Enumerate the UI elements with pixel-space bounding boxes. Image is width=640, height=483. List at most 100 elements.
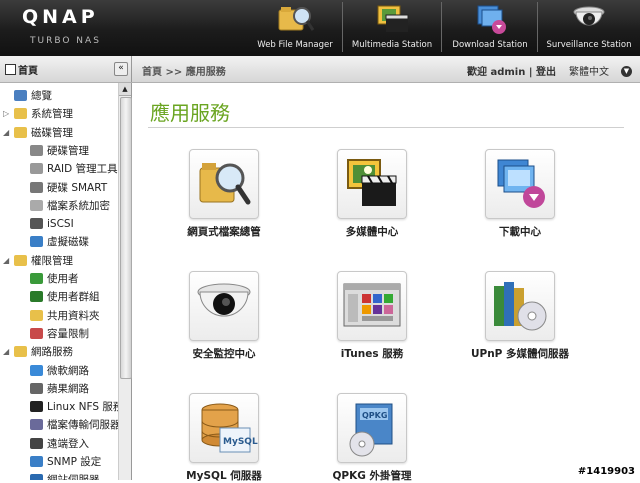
logout-link[interactable]: 登出 [536,67,556,78]
sidebar-item-label: 蘋果網路 [47,382,89,395]
expand-right-icon[interactable]: ▷ [3,109,9,118]
sidebar-item[interactable]: 微軟網路 [30,362,89,380]
collapse-button[interactable]: « [114,62,128,76]
tile-label: UPnP 多媒體伺服器 [470,348,570,360]
apple-icon [30,382,43,394]
tile-web-file-manager[interactable]: 網頁式檔案總管 [154,149,294,239]
sidebar-item-label: 微軟網路 [47,364,89,377]
app-divider [342,2,343,52]
scroll-thumb[interactable] [120,97,132,379]
sidebar-item[interactable]: RAID 管理工具 [30,160,118,178]
folder-icon [14,108,27,120]
group-icon [30,291,43,303]
sidebar-item[interactable]: 總覽 [14,87,52,105]
tile-itunes[interactable]: iTunes 服務 [302,271,442,361]
tile-download[interactable]: 下載中心 [450,149,590,239]
nav-bar: 首頁 « 首頁 >> 應用服務 歡迎 admin | 登出 繁體中文 [0,56,640,83]
language-select[interactable]: 繁體中文 [569,63,609,78]
app-surveillance-station[interactable]: Surveillance Station [540,0,638,56]
sidebar-item-label: 檔案系統加密 [47,199,110,212]
sidebar-item-label: RAID 管理工具 [47,163,118,176]
tile-upnp[interactable]: UPnP 多媒體伺服器 [450,271,590,361]
tile-mysql[interactable]: MySQL MySQL 伺服器 [154,393,294,483]
sidebar-item-label: iSCSI [47,218,74,231]
sidebar-item[interactable]: 網路服務 [14,343,73,361]
sidebar-item-label: 遠端登入 [47,437,89,450]
logo-subtitle: TURBO NAS [30,36,101,46]
sidebar-item[interactable]: 遠端登入 [30,435,89,453]
sidebar-item-label: 共用資料夾 [47,309,100,322]
app-multimedia-station[interactable]: Multimedia Station [346,0,438,56]
sidebar-item-label: 權限管理 [31,254,73,267]
sidebar-item[interactable]: 網站伺服器 [30,471,100,480]
sidebar-item[interactable]: Linux NFS 服務 [30,398,123,416]
app-label: Download Station [452,40,528,50]
sidebar-item-label: 使用者 [47,273,79,285]
snmp-icon [30,456,43,467]
tile-qpkg[interactable]: QPKG QPKG 外掛管理 [302,393,442,483]
sidebar-item[interactable]: 硬碟 SMART [30,179,107,197]
sidebar-item[interactable]: 檔案傳輸伺服器 [30,416,121,434]
sidebar-item-label: 硬碟管理 [47,144,89,157]
tile-multimedia[interactable]: 多媒體中心 [302,149,442,239]
svg-text:MySQL: MySQL [223,437,258,447]
sidebar-item-label: 虛擬磁碟 [47,236,89,249]
share-folder-icon [30,309,43,321]
sidebar-item[interactable]: iSCSI [30,215,74,233]
app-download-station[interactable]: Download Station [446,0,534,56]
ftp-icon [30,419,43,431]
user-divider: | [528,67,533,78]
breadcrumb-current: 應用服務 [185,67,226,78]
breadcrumb-home[interactable]: 首頁 [142,67,162,78]
sidebar-item-label: 硬碟 SMART [47,181,108,194]
sidebar-item-label: 容量限制 [47,327,89,340]
windows-icon [30,364,43,376]
user-box: 歡迎 admin | 登出 [467,63,556,78]
expand-down-icon[interactable]: ◢ [3,347,9,356]
tile-surveillance[interactable]: 安全監控中心 [154,271,294,361]
tile-label: 下載中心 [499,226,541,238]
raid-icon [30,163,43,175]
app-label: Web File Manager [257,40,333,50]
tile-label: 網頁式檔案總管 [187,226,261,238]
qnap-logo: QNAP [22,6,99,28]
sidebar-item-label: 網路服務 [31,346,73,359]
sidebar-item[interactable]: 使用者群組 [30,288,100,306]
sidebar-item[interactable]: SNMP 設定 [30,453,101,471]
sidebar-item[interactable]: 虛擬磁碟 [30,233,89,251]
welcome-text: 歡迎 admin [467,67,526,78]
sidebar-item[interactable]: 檔案系統加密 [30,197,110,215]
app-web-file-manager[interactable]: Web File Manager [252,0,338,56]
sidebar-item[interactable]: 磁碟管理 [14,124,73,142]
app-label: Surveillance Station [546,40,632,50]
sidebar-item[interactable]: 容量限制 [30,325,89,343]
main-content: 應用服務 網頁式檔案總管 多媒體中心 下載中心 安全監控中心 iTunes 服務 [132,83,640,483]
folder-open-icon [14,254,27,266]
sidebar-item[interactable]: 蘋果網路 [30,380,89,398]
camera-icon [569,2,609,36]
page-title: 應用服務 [150,101,230,125]
sidebar-item[interactable]: 使用者 [30,270,79,288]
itunes-icon [337,271,407,341]
app-divider [441,2,442,52]
sidebar-item[interactable]: 系統管理 [14,105,73,123]
sidebar-item[interactable]: 權限管理 [14,252,73,270]
sidebar-item[interactable]: 硬碟管理 [30,142,89,160]
folder-open-icon [14,346,27,358]
sidebar-item-label: SNMP 設定 [47,456,102,468]
overview-icon [14,90,27,101]
telnet-icon [30,437,43,449]
tile-label: 安全監控中心 [192,348,256,360]
sidebar-item[interactable]: 共用資料夾 [30,307,100,325]
expand-down-icon[interactable]: ◢ [3,128,9,137]
tile-label: MySQL 伺服器 [186,470,262,482]
breadcrumb: 首頁 >> 應用服務 [142,63,226,78]
scroll-up-icon[interactable]: ▲ [119,83,131,96]
title-divider [148,127,624,128]
sidebar-item-label: Linux NFS 服務 [47,401,124,414]
download-icon [470,2,510,36]
sidebar-scrollbar[interactable]: ▲ [118,83,132,480]
chevron-down-icon[interactable]: ▼ [621,66,632,77]
tile-label: 多媒體中心 [345,226,399,238]
expand-down-icon[interactable]: ◢ [3,256,9,265]
